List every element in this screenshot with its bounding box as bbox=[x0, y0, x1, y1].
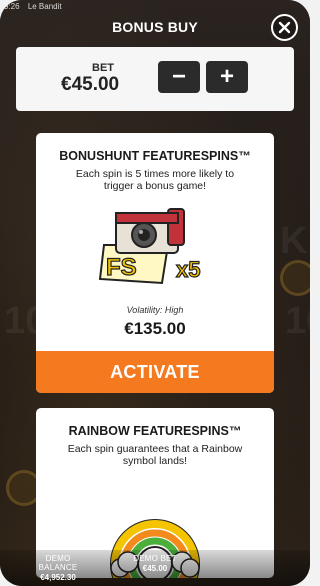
background-symbol: K bbox=[280, 220, 308, 262]
demo-bet: DEMO BET €45.00 bbox=[128, 554, 182, 573]
price-label: €135.00 bbox=[124, 319, 186, 338]
demo-balance-value: €4,952.30 bbox=[40, 573, 76, 582]
instant-camera-illustration: FS x5 bbox=[98, 208, 201, 285]
bet-label: BET bbox=[92, 62, 114, 74]
game-screen: 10 K 10 9:26 Le Bandit BONUS BUY BET €45… bbox=[0, 0, 310, 586]
card-description: Each spin guarantees that a Rainbow symb… bbox=[67, 443, 243, 467]
background-symbol: 10 bbox=[285, 300, 310, 342]
card-title: RAINBOW FEATURESPINS™ bbox=[68, 424, 242, 438]
status-app-name: Le Bandit bbox=[27, 2, 62, 11]
status-time: 9:26 bbox=[4, 2, 20, 11]
demo-balance-label: DEMO BALANCE bbox=[38, 554, 78, 572]
demo-bet-value: €45.00 bbox=[142, 564, 168, 573]
bet-panel: BET €45.00 − + bbox=[16, 47, 294, 111]
demo-balance: DEMO BALANCE €4,952.30 bbox=[26, 554, 90, 582]
art-fs-text: FS bbox=[106, 254, 137, 281]
art-multiplier-text: x5 bbox=[176, 257, 200, 282]
background-coin bbox=[280, 260, 310, 296]
card-description: Each spin is 5 times more likely to trig… bbox=[75, 168, 235, 192]
close-icon bbox=[278, 21, 291, 34]
decrease-bet-button[interactable]: − bbox=[158, 61, 200, 93]
bonushunt-card: BONUSHUNT FEATURESPINS™ Each spin is 5 t… bbox=[36, 133, 274, 393]
modal-title: BONUS BUY bbox=[112, 19, 198, 35]
demo-bet-label: DEMO BET bbox=[133, 554, 177, 563]
close-button[interactable] bbox=[271, 14, 298, 41]
bet-value: €45.00 bbox=[61, 74, 120, 95]
activate-button[interactable]: ACTIVATE bbox=[36, 351, 274, 393]
bottom-info-bar: DEMO BALANCE €4,952.30 DEMO BET €45.00 bbox=[0, 550, 310, 586]
status-bar: 9:26 Le Bandit bbox=[0, 0, 310, 16]
card-title: BONUSHUNT FEATURESPINS™ bbox=[59, 149, 251, 163]
increase-bet-button[interactable]: + bbox=[206, 61, 248, 93]
volatility-label: Volatility: High bbox=[126, 305, 184, 315]
